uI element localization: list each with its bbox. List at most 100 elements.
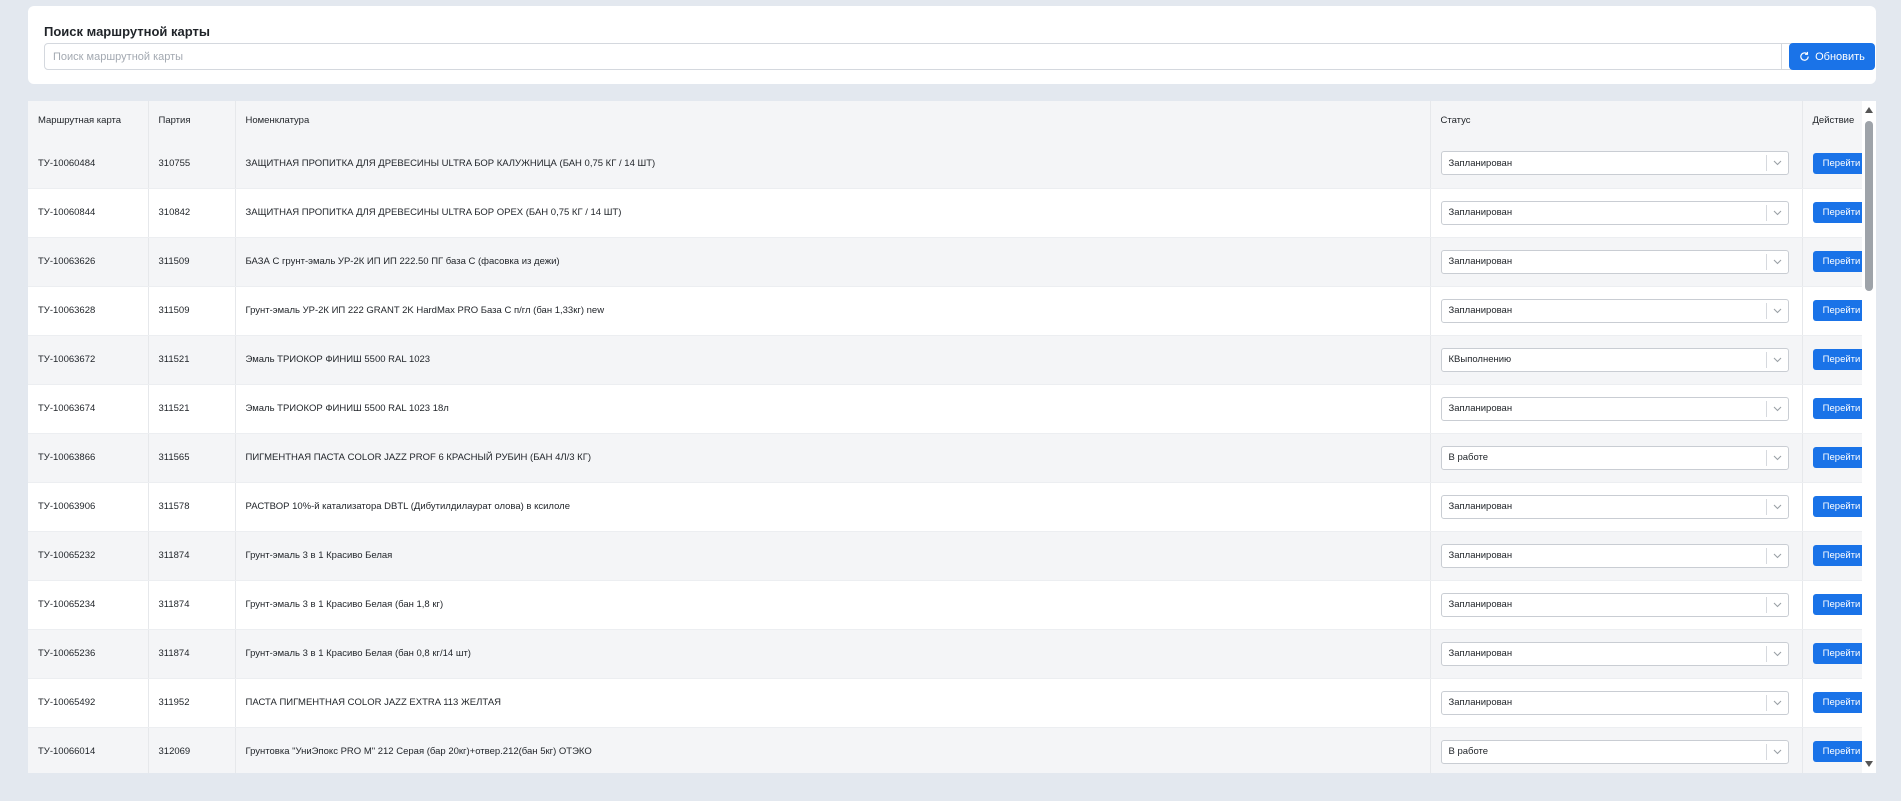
status-select[interactable]: Запланирован — [1440, 151, 1789, 176]
cell-status: В работе — [1430, 433, 1803, 483]
status-value: Запланирован — [1448, 599, 1513, 610]
status-select[interactable]: КВыполнению — [1440, 347, 1789, 372]
status-value: Запланирован — [1448, 305, 1513, 316]
status-value: В работе — [1448, 452, 1489, 463]
cell-batch: 310842 — [148, 188, 236, 238]
dropdown-toggle[interactable] — [1765, 449, 1788, 466]
chevron-down-icon — [1773, 504, 1781, 509]
table-row: ТУ-10065232 311874 Грунт-эмаль 3 в 1 Краси… — [28, 531, 1876, 581]
cell-card: ТУ-10065232 — [28, 531, 149, 581]
status-select[interactable]: Запланирован — [1440, 200, 1789, 225]
dropdown-toggle[interactable] — [1765, 204, 1788, 221]
cell-batch: 311578 — [148, 482, 236, 532]
cell-batch: 311509 — [148, 286, 236, 336]
dropdown-toggle[interactable] — [1765, 155, 1788, 172]
cell-batch: 311952 — [148, 678, 236, 728]
table-body: ТУ-10060484 310755 ЗАЩИТНАЯ ПРОПИТКА ДЛЯ Д… — [28, 139, 1876, 773]
vertical-scrollbar[interactable] — [1862, 101, 1876, 773]
cell-card: ТУ-10060844 — [28, 188, 149, 238]
dropdown-toggle[interactable] — [1765, 743, 1788, 760]
cell-item: Эмаль ТРИОКОР ФИНИШ 5500 RAL 1023 18л — [235, 384, 1431, 434]
chevron-down-icon — [1773, 749, 1781, 754]
cell-item: Эмаль ТРИОКОР ФИНИШ 5500 RAL 1023 — [235, 335, 1431, 385]
chevron-down-icon — [1773, 406, 1781, 411]
status-select[interactable]: В работе — [1440, 445, 1789, 470]
cell-batch: 312069 — [148, 727, 236, 773]
table-row: ТУ-10065234 311874 Грунт-эмаль 3 в 1 Краси… — [28, 580, 1876, 630]
dropdown-toggle[interactable] — [1765, 645, 1788, 662]
chevron-down-icon — [1773, 210, 1781, 215]
cell-status: Запланирован — [1430, 629, 1803, 679]
cell-status: Запланирован — [1430, 237, 1803, 287]
scroll-up-arrow[interactable] — [1864, 105, 1874, 115]
cell-card: ТУ-10063906 — [28, 482, 149, 532]
status-select[interactable]: Запланирован — [1440, 592, 1789, 617]
cell-status: Запланирован — [1430, 188, 1803, 238]
dropdown-toggle[interactable] — [1765, 498, 1788, 515]
table-header-row: Маршрутная карта Партия Номенклатура Ста… — [28, 101, 1876, 139]
status-value: КВыполнению — [1448, 354, 1512, 365]
status-value: Запланирован — [1448, 648, 1513, 659]
dropdown-toggle[interactable] — [1765, 547, 1788, 564]
dropdown-toggle[interactable] — [1765, 596, 1788, 613]
dropdown-toggle[interactable] — [1765, 351, 1788, 368]
cell-item: Грунт-эмаль 3 в 1 Красиво Белая — [235, 531, 1431, 581]
status-value: Запланирован — [1448, 550, 1513, 561]
status-value: Запланирован — [1448, 501, 1513, 512]
dropdown-toggle[interactable] — [1765, 302, 1788, 319]
table-row: ТУ-10063672 311521 Эмаль ТРИОКОР ФИНИШ 550… — [28, 335, 1876, 385]
chevron-down-icon — [1773, 259, 1781, 264]
routing-cards-table: Маршрутная карта Партия Номенклатура Ста… — [28, 101, 1876, 773]
cell-status: В работе — [1430, 727, 1803, 773]
status-select[interactable]: В работе — [1440, 739, 1789, 764]
search-input[interactable] — [44, 43, 1782, 70]
status-value: Запланирован — [1448, 697, 1513, 708]
cell-status: Запланирован — [1430, 531, 1803, 581]
column-header-card[interactable]: Маршрутная карта — [28, 101, 149, 139]
cell-status: Запланирован — [1430, 384, 1803, 434]
column-header-item[interactable]: Номенклатура — [235, 101, 1431, 139]
search-title: Поиск маршрутной карты — [44, 24, 210, 39]
status-value: В работе — [1448, 746, 1489, 757]
status-select[interactable]: Запланирован — [1440, 396, 1789, 421]
table-row: ТУ-10065236 311874 Грунт-эмаль 3 в 1 Краси… — [28, 629, 1876, 679]
table-row: ТУ-10063906 311578 РАСТВОР 10%-й катализат… — [28, 482, 1876, 532]
scroll-down-arrow[interactable] — [1864, 759, 1874, 769]
dropdown-toggle[interactable] — [1765, 694, 1788, 711]
table-row: ТУ-10063628 311509 Грунт-эмаль УР-2К ИП 22… — [28, 286, 1876, 336]
cell-card: ТУ-10060484 — [28, 139, 149, 189]
status-value: Запланирован — [1448, 256, 1513, 267]
column-header-batch[interactable]: Партия — [148, 101, 236, 139]
search-panel: Поиск маршрутной карты Обновить — [28, 6, 1876, 84]
cell-card: ТУ-10063674 — [28, 384, 149, 434]
refresh-icon — [1800, 51, 1809, 61]
table-row: ТУ-10060484 310755 ЗАЩИТНАЯ ПРОПИТКА ДЛЯ Д… — [28, 139, 1876, 189]
chevron-down-icon — [1773, 160, 1781, 166]
cell-item: ПИГМЕНТНАЯ ПАСТА COLOR JAZZ PROF 6 КРАСН… — [235, 433, 1431, 483]
refresh-button[interactable]: Обновить — [1789, 43, 1875, 70]
cell-batch: 311521 — [148, 384, 236, 434]
cell-card: ТУ-10063626 — [28, 237, 149, 287]
status-select[interactable]: Запланирован — [1440, 249, 1789, 274]
status-value: Запланирован — [1448, 157, 1513, 169]
status-select[interactable]: Запланирован — [1440, 494, 1789, 519]
cell-status: Запланирован — [1430, 580, 1803, 630]
cell-card: ТУ-10063866 — [28, 433, 149, 483]
dropdown-toggle[interactable] — [1765, 400, 1788, 417]
status-select[interactable]: Запланирован — [1440, 690, 1789, 715]
cell-batch: 311521 — [148, 335, 236, 385]
status-select[interactable]: Запланирован — [1440, 298, 1789, 323]
refresh-label: Обновить — [1815, 50, 1865, 63]
cell-item: Грунт-эмаль 3 в 1 Красиво Белая (бан 1,8… — [235, 580, 1431, 630]
chevron-down-icon — [1773, 553, 1781, 558]
table-row: ТУ-10063674 311521 Эмаль ТРИОКОР ФИНИШ 550… — [28, 384, 1876, 434]
scrollbar-thumb[interactable] — [1865, 121, 1873, 291]
status-select[interactable]: Запланирован — [1440, 543, 1789, 568]
table-row: ТУ-10065492 311952 ПАСТА ПИГМЕНТНАЯ COLOR … — [28, 678, 1876, 728]
table-row: ТУ-10063626 311509 БАЗА С грунт-эмаль УР-2… — [28, 237, 1876, 287]
column-header-status[interactable]: Статус — [1430, 101, 1803, 139]
cell-status: Запланирован — [1430, 139, 1803, 189]
dropdown-toggle[interactable] — [1765, 253, 1788, 270]
status-select[interactable]: Запланирован — [1440, 641, 1789, 666]
cell-item: БАЗА С грунт-эмаль УР-2К ИП ИП 222.50 ПГ… — [235, 237, 1431, 287]
